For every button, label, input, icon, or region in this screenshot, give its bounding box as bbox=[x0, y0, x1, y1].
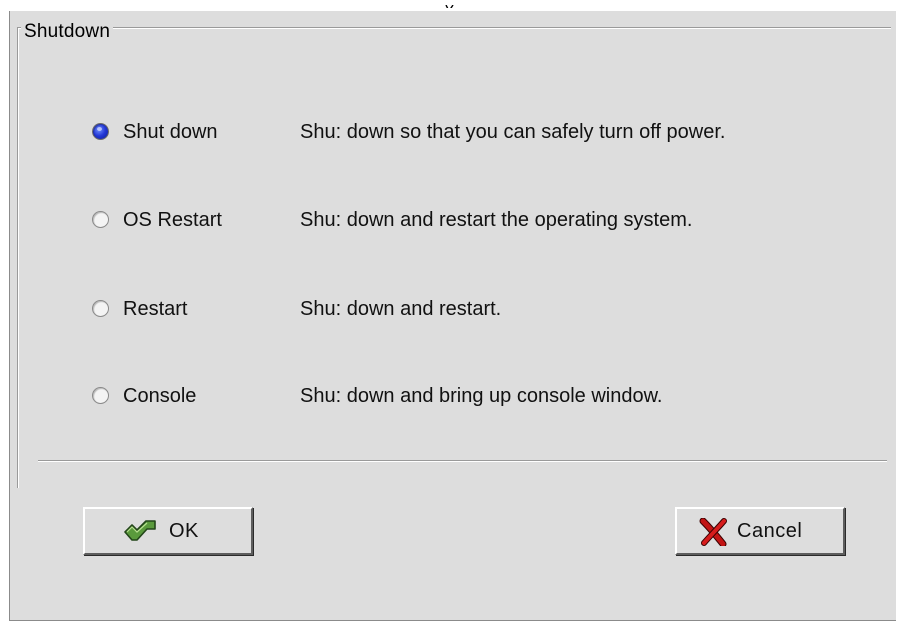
option-label-console[interactable]: Console bbox=[123, 381, 196, 411]
option-description-shut-down: Shu: down so that you can safely turn of… bbox=[300, 121, 726, 143]
shutdown-group-box bbox=[17, 27, 891, 488]
x-mark-icon bbox=[699, 517, 729, 552]
radio-shut-down[interactable] bbox=[92, 123, 109, 140]
ok-button[interactable]: OK bbox=[83, 507, 253, 555]
radio-restart[interactable] bbox=[92, 300, 109, 317]
group-title: Shutdown bbox=[21, 21, 114, 43]
option-description-console: Shu: down and bring up console window. bbox=[300, 385, 663, 407]
radio-os-restart[interactable] bbox=[92, 211, 109, 228]
button-separator bbox=[38, 460, 887, 462]
radio-console[interactable] bbox=[92, 387, 109, 404]
option-description-restart: Shu: down and restart. bbox=[300, 298, 502, 320]
shutdown-dialog: Shutdown Shut down Shu: down so that you… bbox=[9, 11, 896, 621]
option-label-shut-down[interactable]: Shut down bbox=[123, 117, 218, 147]
option-label-restart[interactable]: Restart bbox=[123, 294, 187, 324]
cancel-label: Cancel bbox=[737, 520, 803, 542]
option-description-os-restart: Shu: down and restart the operating syst… bbox=[300, 209, 693, 231]
ok-label: OK bbox=[169, 520, 199, 542]
cropped-title-glyph bbox=[445, 0, 454, 8]
check-arrow-icon bbox=[122, 518, 162, 552]
cancel-button[interactable]: Cancel bbox=[675, 507, 845, 555]
option-label-os-restart[interactable]: OS Restart bbox=[123, 205, 222, 235]
